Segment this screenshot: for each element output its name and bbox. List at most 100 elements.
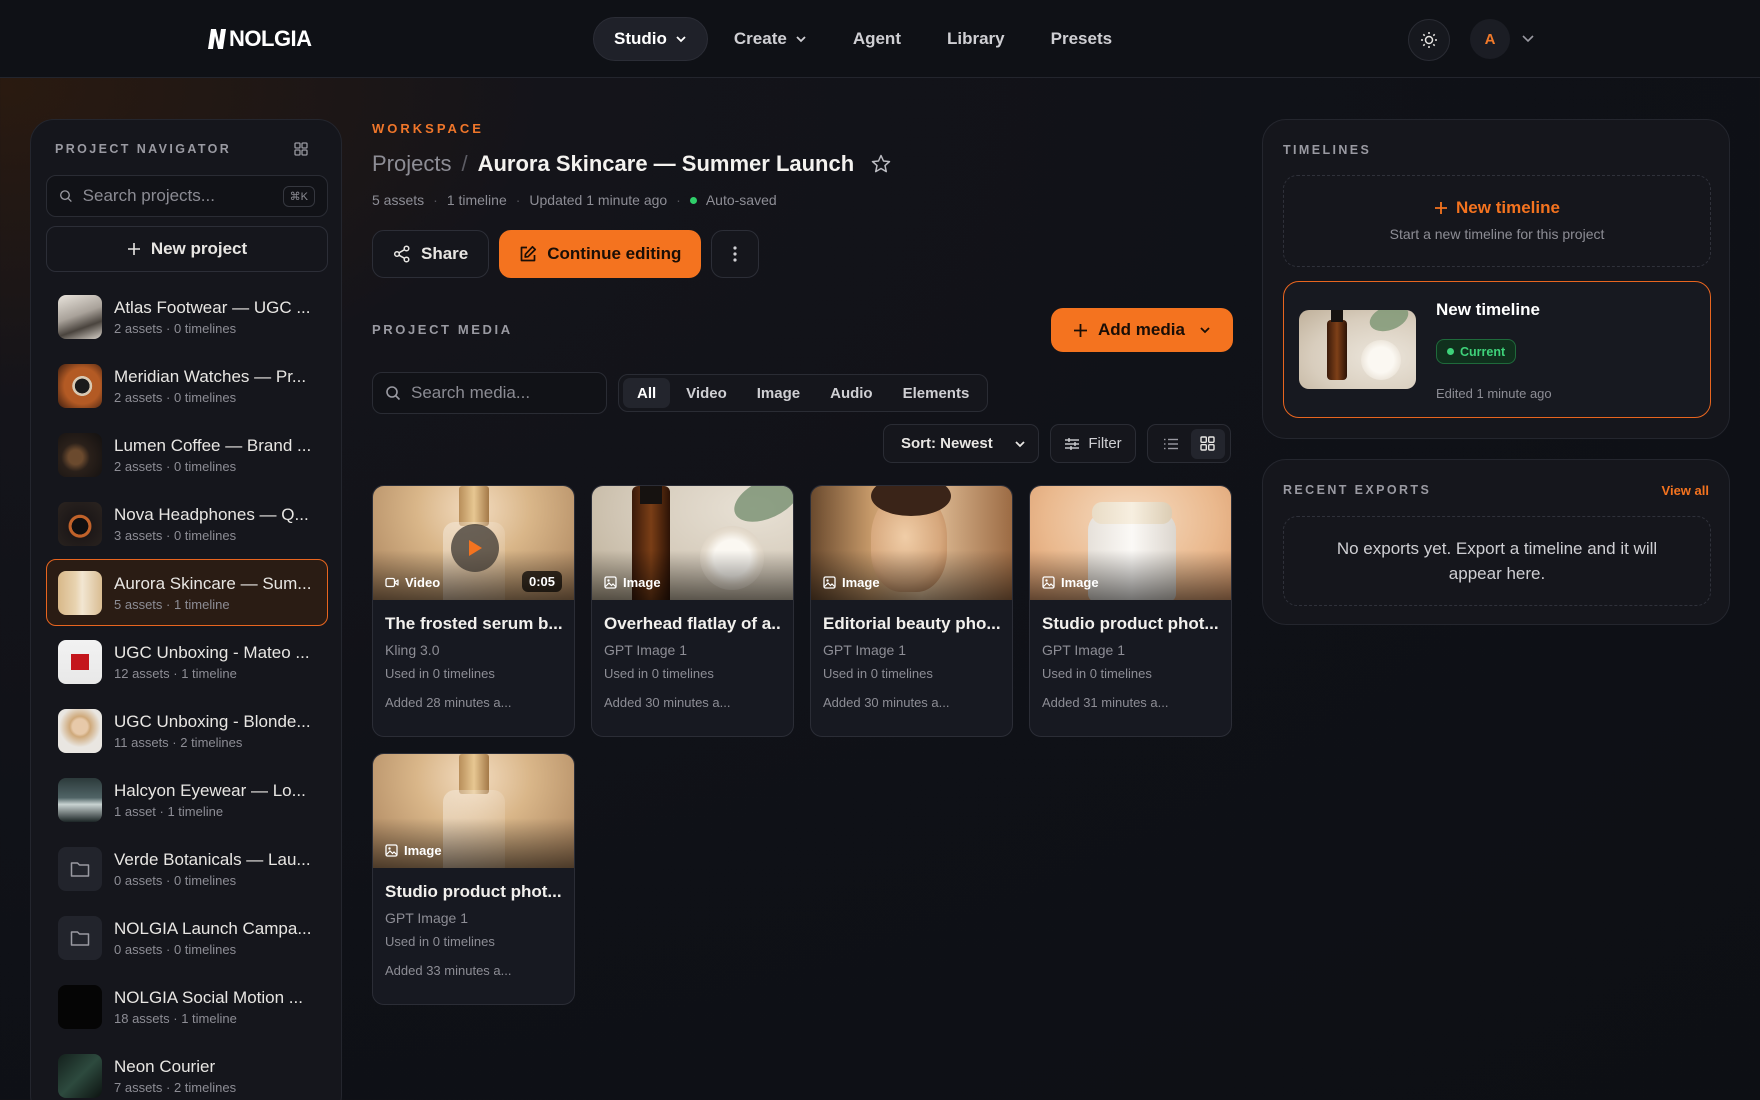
view-all-link[interactable]: View all [1662, 483, 1709, 498]
new-timeline-label: New timeline [1456, 198, 1560, 217]
image-icon [604, 576, 617, 589]
timelines-panel: TIMELINES New timeline Start a new timel… [1262, 119, 1730, 439]
project-item-active[interactable]: Aurora Skincare — Sum... 5 assets · 1 tim… [46, 559, 328, 626]
project-item[interactable]: UGC Unboxing - Mateo ... 12 assets · 1 ti… [46, 628, 328, 695]
star-icon[interactable] [870, 153, 892, 175]
media-card[interactable]: Image Editorial beauty pho... GPT Image … [810, 485, 1013, 737]
add-media-button[interactable]: Add media [1051, 308, 1233, 352]
project-item[interactable]: Verde Botanicals — Lau... 0 assets · 0 ti… [46, 835, 328, 902]
media-model: GPT Image 1 [823, 642, 907, 658]
project-thumbnail [58, 777, 102, 822]
media-added: Added 33 minutes a... [385, 963, 512, 978]
media-type-filter: All Video Image Audio Elements [618, 374, 989, 412]
nav-create[interactable]: Create [714, 17, 827, 61]
media-model: GPT Image 1 [1042, 642, 1126, 658]
top-bar: NOLGIA Studio Create Agent Library Prese… [0, 0, 1760, 78]
chevron-down-icon [1015, 440, 1025, 447]
new-project-button[interactable]: New project [46, 226, 328, 272]
filter-tab-audio[interactable]: Audio [816, 378, 887, 408]
play-button[interactable] [451, 524, 499, 572]
grid-view-button[interactable] [1190, 428, 1225, 459]
meta-separator: · [433, 192, 438, 208]
project-item[interactable]: Meridian Watches — Pr... 2 assets · 0 tim… [46, 352, 328, 419]
media-type-label: Image [404, 843, 442, 858]
nav-agent[interactable]: Agent [833, 17, 921, 61]
media-usage: Used in 0 timelines [385, 666, 495, 681]
nav-presets[interactable]: Presets [1031, 17, 1132, 61]
media-type-badge: Image [604, 575, 661, 590]
media-usage: Used in 0 timelines [604, 666, 714, 681]
more-options-button[interactable] [711, 230, 760, 278]
media-thumbnail: Video 0:05 [373, 486, 574, 600]
exports-empty-state: No exports yet. Export a timeline and it… [1283, 516, 1711, 606]
project-item[interactable]: NOLGIA Social Motion ... 18 assets · 1 ti… [46, 973, 328, 1040]
nav-label: Presets [1050, 29, 1113, 48]
filter-tab-image[interactable]: Image [743, 378, 814, 408]
filter-button[interactable]: Filter [1050, 424, 1136, 463]
project-item[interactable]: Lumen Coffee — Brand ... 2 assets · 0 tim… [46, 421, 328, 488]
sort-select[interactable]: Sort: Newest [883, 424, 1039, 463]
filter-tab-all[interactable]: All [623, 378, 671, 408]
nav-studio[interactable]: Studio [593, 17, 708, 61]
new-timeline-button[interactable]: New timeline Start a new timeline for th… [1283, 175, 1711, 267]
media-search-input[interactable] [411, 383, 591, 403]
chevron-down-icon[interactable] [1521, 33, 1535, 45]
project-item[interactable]: Nova Headphones — Q... 3 assets · 0 timel… [46, 490, 328, 557]
project-item[interactable]: UGC Unboxing - Blonde... 11 assets · 2 ti… [46, 697, 328, 764]
media-search[interactable] [372, 372, 607, 414]
search-icon [60, 190, 72, 203]
project-search-input[interactable] [82, 186, 273, 206]
project-name: Nova Headphones — Q... [114, 504, 309, 524]
navigator-title: PROJECT NAVIGATOR [55, 142, 232, 156]
media-model: GPT Image 1 [385, 910, 469, 926]
list-view-button[interactable] [1154, 429, 1188, 459]
project-meta: 11 assets · 2 timelines [114, 734, 243, 750]
nav-library[interactable]: Library [927, 17, 1025, 61]
avatar[interactable]: A [1470, 19, 1510, 59]
timeline-thumbnail [1299, 310, 1416, 389]
sun-icon [1421, 32, 1437, 48]
filter-tab-elements[interactable]: Elements [889, 378, 984, 408]
avatar-initial: A [1484, 30, 1496, 48]
continue-label: Continue editing [547, 244, 682, 263]
share-button[interactable]: Share [372, 230, 490, 278]
continue-editing-button[interactable]: Continue editing [499, 230, 702, 278]
timeline-card[interactable]: New timeline Current Edited 1 minute ago [1283, 281, 1711, 418]
timeline-count: 1 timeline [446, 192, 507, 208]
filter-label: Filter [1088, 435, 1122, 452]
project-item[interactable]: NOLGIA Launch Campa... 0 assets · 0 timel… [46, 904, 328, 971]
project-item[interactable]: Halcyon Eyewear — Lo... 1 asset · 1 timel… [46, 766, 328, 833]
project-item[interactable]: Neon Courier 7 assets · 2 timelines [46, 1042, 328, 1100]
media-thumbnail: Image [1030, 486, 1231, 600]
folder-icon [70, 930, 90, 946]
media-card[interactable]: Image Studio product phot... GPT Image 1… [372, 753, 575, 1005]
chevron-down-icon [676, 36, 686, 43]
project-thumbnail [58, 708, 102, 753]
media-card[interactable]: Image Overhead flatlay of a... GPT Image… [591, 485, 794, 737]
filter-tab-video[interactable]: Video [672, 378, 741, 408]
breadcrumb-projects-link[interactable]: Projects [372, 151, 451, 177]
project-name: Aurora Skincare — Sum... [114, 573, 312, 593]
media-card[interactable]: Image Studio product phot... GPT Image 1… [1029, 485, 1232, 737]
media-model: Kling 3.0 [385, 642, 440, 658]
sliders-icon [1065, 437, 1080, 450]
project-meta: 0 assets · 0 timelines [114, 941, 237, 957]
project-meta: 3 assets · 0 timelines [114, 527, 237, 543]
media-card[interactable]: Video 0:05 The frosted serum b... Kling … [372, 485, 575, 737]
theme-toggle-button[interactable] [1408, 19, 1450, 61]
media-type-badge: Image [385, 843, 442, 858]
grid-view-icon[interactable] [294, 142, 308, 156]
asset-count: 5 assets [372, 192, 425, 208]
add-media-label: Add media [1098, 320, 1185, 339]
project-thumbnail [58, 363, 102, 408]
chevron-down-icon [1200, 327, 1210, 334]
project-item[interactable]: Atlas Footwear — UGC ... 2 assets · 0 tim… [46, 283, 328, 350]
project-name: UGC Unboxing - Mateo ... [114, 642, 310, 662]
project-search[interactable]: ⌘K [46, 175, 328, 217]
project-thumbnail [58, 501, 102, 546]
recent-exports-panel: RECENT EXPORTS View all No exports yet. … [1262, 459, 1730, 625]
brand-logo[interactable]: NOLGIA [207, 26, 312, 52]
media-usage: Used in 0 timelines [385, 934, 495, 949]
more-vertical-icon [733, 246, 737, 262]
project-navigator: PROJECT NAVIGATOR ⌘K New project Atlas F… [30, 119, 342, 1100]
